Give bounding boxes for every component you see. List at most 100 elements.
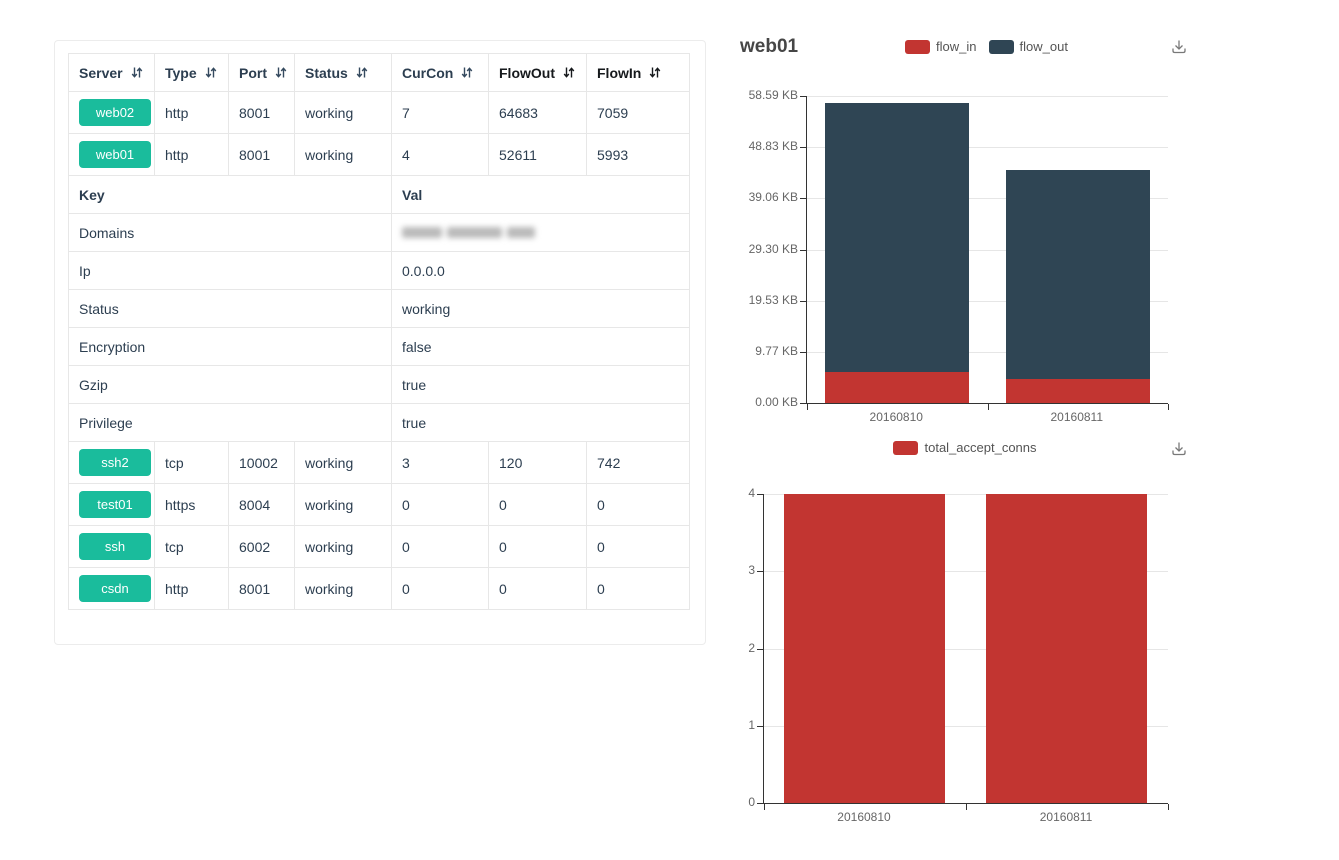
col-label: Type <box>165 65 197 81</box>
cell-server: web02 <box>69 92 155 134</box>
cell-port: 8001 <box>229 568 295 610</box>
y-axis-tick <box>800 301 806 302</box>
y-axis-label: 4 <box>710 486 755 500</box>
kv-val: true <box>392 366 690 404</box>
legend-label: flow_out <box>1020 39 1068 54</box>
sort-icon[interactable] <box>563 66 575 79</box>
y-axis-label: 1 <box>710 718 755 732</box>
sort-icon[interactable] <box>461 66 473 79</box>
sort-icon[interactable] <box>356 66 368 79</box>
table-row: csdn http 8001 working 0 0 0 <box>69 568 690 610</box>
x-axis-label: 20160811 <box>965 810 1167 824</box>
kv-val: 0.0.0.0 <box>392 252 690 290</box>
y-axis-tick <box>757 571 763 572</box>
col-label: Port <box>239 65 267 81</box>
cell-flowout: 0 <box>489 526 587 568</box>
cell-type: http <box>155 92 229 134</box>
table-row: test01 https 8004 working 0 0 0 <box>69 484 690 526</box>
cell-server: csdn <box>69 568 155 610</box>
legend-item-flow-out[interactable]: flow_out <box>989 39 1068 54</box>
col-header-port[interactable]: Port <box>229 54 295 92</box>
cell-server: test01 <box>69 484 155 526</box>
bar-total_accept_conns-20160810 <box>784 494 945 803</box>
kv-key: Gzip <box>69 366 392 404</box>
cell-flowin: 0 <box>587 526 690 568</box>
cell-status: working <box>295 92 392 134</box>
cell-type: http <box>155 134 229 176</box>
kv-key-header: Key <box>69 176 392 214</box>
y-axis-label: 2 <box>710 641 755 655</box>
y-axis-tick <box>757 803 763 804</box>
table-row: ssh tcp 6002 working 0 0 0 <box>69 526 690 568</box>
flow-in-swatch <box>905 40 930 54</box>
server-badge[interactable]: web02 <box>79 99 151 126</box>
cell-flowout: 120 <box>489 442 587 484</box>
cell-curcon: 0 <box>392 484 489 526</box>
cell-type: https <box>155 484 229 526</box>
y-axis-label: 48.83 KB <box>710 139 798 153</box>
col-header-server[interactable]: Server <box>69 54 155 92</box>
chart1-plot-area <box>806 96 1168 404</box>
cell-flowout: 0 <box>489 484 587 526</box>
download-icon[interactable] <box>1170 440 1188 458</box>
server-badge[interactable]: web01 <box>79 141 151 168</box>
col-header-flowin[interactable]: FlowIn <box>587 54 690 92</box>
sort-icon[interactable] <box>205 66 217 79</box>
cell-status: working <box>295 442 392 484</box>
col-label: FlowOut <box>499 65 555 81</box>
server-badge[interactable]: test01 <box>79 491 151 518</box>
y-axis-tick <box>757 494 763 495</box>
cell-status: working <box>295 526 392 568</box>
kv-row: Ip 0.0.0.0 <box>69 252 690 290</box>
kv-key: Ip <box>69 252 392 290</box>
server-badge[interactable]: ssh <box>79 533 151 560</box>
cell-curcon: 0 <box>392 568 489 610</box>
y-axis-label: 3 <box>710 563 755 577</box>
cell-flowin: 0 <box>587 484 690 526</box>
y-axis-tick <box>800 147 806 148</box>
cell-type: tcp <box>155 526 229 568</box>
cell-curcon: 4 <box>392 134 489 176</box>
server-table-card: Server Type Port Status CurCon FlowOut F… <box>54 40 706 645</box>
col-label: FlowIn <box>597 65 641 81</box>
legend-label: total_accept_conns <box>924 440 1036 455</box>
kv-val <box>392 214 690 252</box>
y-axis-tick <box>800 96 806 97</box>
col-header-type[interactable]: Type <box>155 54 229 92</box>
legend-label: flow_in <box>936 39 976 54</box>
bar-flow_out-20160811 <box>1006 170 1150 379</box>
col-header-status[interactable]: Status <box>295 54 392 92</box>
server-badge[interactable]: csdn <box>79 575 151 602</box>
cell-flowout: 64683 <box>489 92 587 134</box>
cell-server: ssh2 <box>69 442 155 484</box>
col-header-curcon[interactable]: CurCon <box>392 54 489 92</box>
server-badge[interactable]: ssh2 <box>79 449 151 476</box>
cell-port: 8001 <box>229 134 295 176</box>
y-axis-label: 19.53 KB <box>710 293 798 307</box>
cell-flowin: 742 <box>587 442 690 484</box>
cell-flowout: 52611 <box>489 134 587 176</box>
sort-icon[interactable] <box>275 66 287 79</box>
sort-icon[interactable] <box>649 66 661 79</box>
kv-row: Gzip true <box>69 366 690 404</box>
download-icon[interactable] <box>1170 38 1188 56</box>
y-axis-tick <box>800 250 806 251</box>
cell-status: working <box>295 484 392 526</box>
cell-type: tcp <box>155 442 229 484</box>
col-label: CurCon <box>402 65 453 81</box>
x-axis-tick <box>1168 404 1169 410</box>
legend-item-flow-in[interactable]: flow_in <box>905 39 976 54</box>
col-header-flowout[interactable]: FlowOut <box>489 54 587 92</box>
legend-item-total-accept-conns[interactable]: total_accept_conns <box>893 440 1036 455</box>
sort-icon[interactable] <box>131 66 143 79</box>
y-axis-tick <box>757 726 763 727</box>
cell-curcon: 3 <box>392 442 489 484</box>
y-axis-tick <box>757 649 763 650</box>
bar-flow_in-20160810 <box>825 372 969 403</box>
cell-curcon: 7 <box>392 92 489 134</box>
cell-server: web01 <box>69 134 155 176</box>
cell-curcon: 0 <box>392 526 489 568</box>
cell-status: working <box>295 568 392 610</box>
y-axis-label: 58.59 KB <box>710 88 798 102</box>
chart1-title: web01 <box>740 36 798 58</box>
